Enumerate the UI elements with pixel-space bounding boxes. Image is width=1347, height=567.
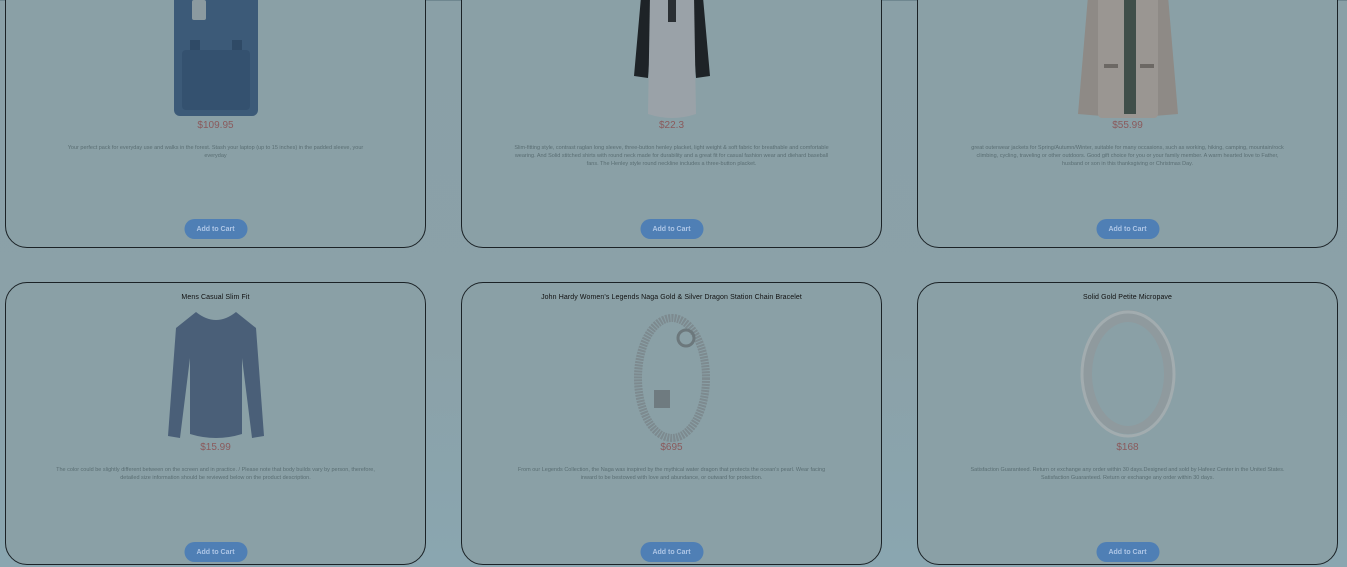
product-description: The color could be slightly different be… xyxy=(56,467,375,481)
product-card: Solid Gold Petite Micropave $168 Satisfa… xyxy=(917,282,1338,565)
product-title: John Hardy Women's Legends Naga Gold & S… xyxy=(541,294,802,301)
product-card: $22.3 Slim-fitting style, contrast ragla… xyxy=(461,0,882,248)
add-to-cart-button[interactable]: Add to Cart xyxy=(1096,542,1159,562)
add-to-cart-button[interactable]: Add to Cart xyxy=(184,219,247,239)
product-price: $168 xyxy=(1116,442,1139,453)
add-to-cart-button[interactable]: Add to Cart xyxy=(640,542,703,562)
product-card: $109.95 Your perfect pack for everyday u… xyxy=(5,0,426,248)
product-price: $15.99 xyxy=(200,442,231,453)
jacket-image[interactable] xyxy=(1068,0,1188,121)
henley-shirt-image[interactable] xyxy=(612,0,732,121)
product-description: Satisfaction Guaranteed. Return or excha… xyxy=(970,467,1285,481)
product-price: $695 xyxy=(660,442,683,453)
product-description: From our Legends Collection, the Naga wa… xyxy=(517,467,826,481)
product-title: Solid Gold Petite Micropave xyxy=(1082,294,1173,301)
long-sleeve-shirt-image[interactable] xyxy=(156,308,276,443)
product-card: $55.99 great outerwear jackets for Sprin… xyxy=(917,0,1338,248)
product-price: $55.99 xyxy=(1112,120,1143,131)
product-price: $22.3 xyxy=(658,120,685,131)
ring-image[interactable] xyxy=(1068,308,1188,443)
product-card: John Hardy Women's Legends Naga Gold & S… xyxy=(461,282,882,565)
bracelet-image[interactable] xyxy=(612,308,732,443)
product-description: Your perfect pack for everyday use and w… xyxy=(67,145,364,159)
product-card: Mens Casual Slim Fit $15.99 The color co… xyxy=(5,282,426,565)
product-grid: $109.95 Your perfect pack for everyday u… xyxy=(0,0,1347,567)
product-price: $109.95 xyxy=(197,120,234,131)
product-title: Mens Casual Slim Fit xyxy=(181,294,250,301)
add-to-cart-button[interactable]: Add to Cart xyxy=(1096,219,1159,239)
add-to-cart-button[interactable]: Add to Cart xyxy=(640,219,703,239)
add-to-cart-button[interactable]: Add to Cart xyxy=(184,542,247,562)
backpack-image[interactable] xyxy=(156,0,276,121)
product-description: Slim-fitting style, contrast raglan long… xyxy=(514,145,829,167)
product-description: great outerwear jackets for Spring/Autum… xyxy=(971,145,1284,167)
